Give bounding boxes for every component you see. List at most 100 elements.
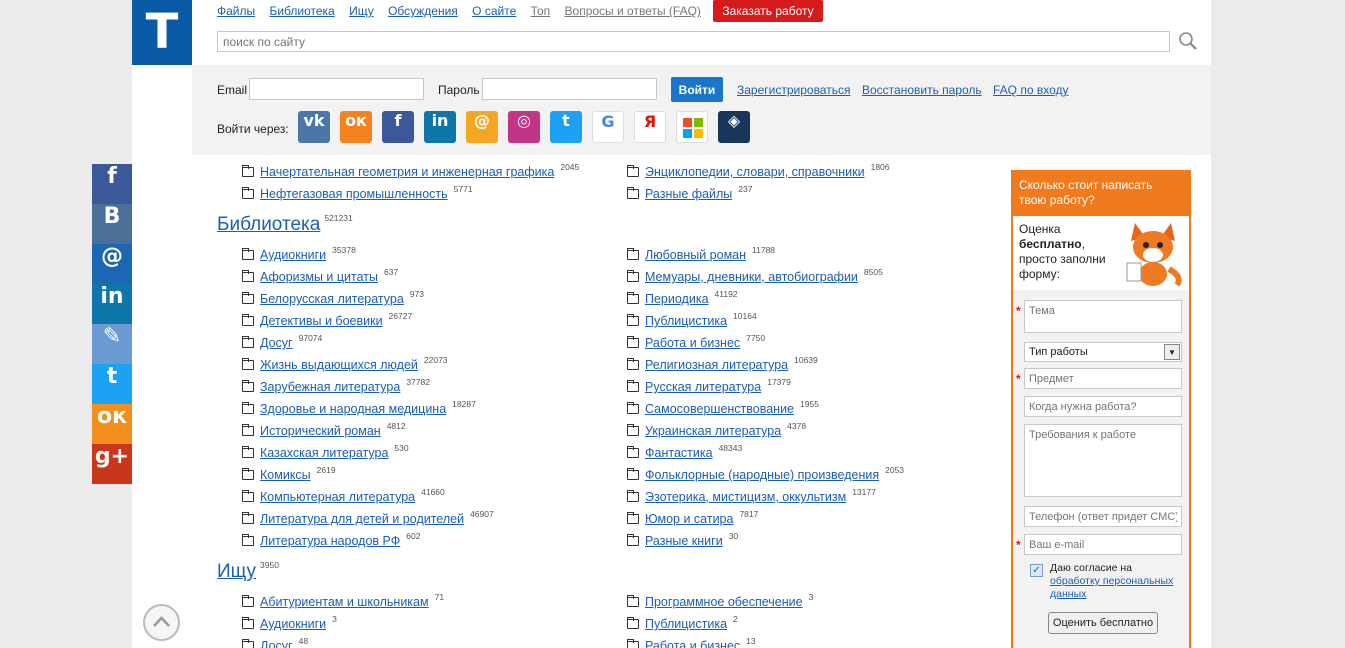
category-link[interactable]: Литература для детей и родителей <box>260 512 464 526</box>
search-icon[interactable] <box>1178 31 1198 51</box>
category-link[interactable]: Литература народов РФ <box>260 534 400 548</box>
item-count: 71 <box>434 592 445 602</box>
share-odnoklassniki-icon[interactable]: ок <box>92 404 132 444</box>
category-link[interactable]: Нефтегазовая промышленность <box>260 187 448 201</box>
nav-library[interactable]: Библиотека <box>269 3 334 19</box>
category-link[interactable]: Разные книги <box>645 534 723 548</box>
share-vk-icon[interactable]: B <box>92 204 132 244</box>
category-link[interactable]: Белорусская литература <box>260 292 404 306</box>
item-count: 2619 <box>316 465 336 475</box>
google-icon[interactable]: G <box>592 111 624 143</box>
other-glyph: ◈ <box>727 111 741 130</box>
nav-faq[interactable]: Вопросы и ответы (FAQ) <box>565 3 701 19</box>
category-link[interactable]: Аудиокниги <box>260 248 326 262</box>
folder-icon <box>242 380 254 392</box>
google-glyph: G <box>601 112 615 131</box>
share-linkedin-icon[interactable]: in <box>92 284 132 324</box>
category-link[interactable]: Досуг <box>260 639 293 648</box>
category-link[interactable]: Русская литература <box>645 380 761 394</box>
email-field-form[interactable] <box>1024 534 1182 555</box>
folder-icon <box>627 402 639 414</box>
category-link[interactable]: Комиксы <box>260 468 311 482</box>
category-link[interactable]: Публицистика <box>645 617 727 631</box>
category-link[interactable]: Публицистика <box>645 314 727 328</box>
twitter-icon[interactable]: t <box>550 111 582 143</box>
nav-top[interactable]: Топ <box>531 3 551 19</box>
category-link[interactable]: Работа и бизнес <box>645 639 740 648</box>
category-link[interactable]: Афоризмы и цитаты <box>260 270 378 284</box>
folder-icon <box>242 446 254 458</box>
category-link[interactable]: Фантастика <box>645 446 713 460</box>
category-link[interactable]: Жизнь выдающихся людей <box>260 358 418 372</box>
category-link[interactable]: Энциклопедии, словари, справочники <box>645 165 865 179</box>
nav-files[interactable]: Файлы <box>217 3 255 19</box>
category-link[interactable]: Самосовершенствование <box>645 402 794 416</box>
password-field[interactable] <box>482 78 657 100</box>
list-item: Юмор и сатира 7817 <box>627 509 758 526</box>
share-facebook-icon[interactable]: f <box>92 164 132 204</box>
facebook-icon[interactable]: f <box>382 111 414 143</box>
category-link[interactable]: Разные файлы <box>645 187 732 201</box>
instagram-icon[interactable]: ◎ <box>508 111 540 143</box>
mailru-icon[interactable]: @ <box>466 111 498 143</box>
category-link[interactable]: Начертательная геометрия и инженерная гр… <box>260 165 554 179</box>
list-item: Работа и бизнес 7750 <box>627 333 765 350</box>
subject-field[interactable] <box>1024 368 1182 389</box>
phone-field[interactable] <box>1024 506 1182 527</box>
login-faq-link[interactable]: FAQ по входу <box>993 83 1069 97</box>
category-link[interactable]: Компьютерная литература <box>260 490 415 504</box>
share-mailru-icon[interactable]: @ <box>92 244 132 284</box>
category-link[interactable]: Периодика <box>645 292 709 306</box>
odnoklassniki-icon[interactable]: ок <box>340 111 372 143</box>
category-link[interactable]: Аудиокниги <box>260 617 326 631</box>
category-link[interactable]: Украинская литература <box>645 424 781 438</box>
share-livejournal-icon[interactable]: ✎ <box>92 324 132 364</box>
category-link[interactable]: Здоровье и народная медицина <box>260 402 446 416</box>
category-link[interactable]: Мемуары, дневники, автобиографии <box>645 270 858 284</box>
order-work-button[interactable]: Заказать работу <box>713 0 823 22</box>
list-item: Исторический роман 4812 <box>242 421 406 438</box>
vk-icon[interactable]: vk <box>298 111 330 143</box>
deadline-field[interactable] <box>1024 396 1182 417</box>
share-googleplus-icon[interactable]: g+ <box>92 444 132 484</box>
category-link[interactable]: Религиозная литература <box>645 358 788 372</box>
category-link[interactable]: Казахская литература <box>260 446 388 460</box>
category-link[interactable]: Фольклорные (народные) произведения <box>645 468 879 482</box>
register-link[interactable]: Зарегистрироваться <box>737 83 850 97</box>
estimate-button[interactable]: Оценить бесплатно <box>1048 612 1158 634</box>
nav-discussions[interactable]: Обсуждения <box>388 3 458 19</box>
category-link[interactable]: Программное обеспечение <box>645 595 803 609</box>
section-title[interactable]: Библиотека <box>217 214 320 235</box>
item-count: 2 <box>733 614 738 624</box>
category-link[interactable]: Юмор и сатира <box>645 512 733 526</box>
other-icon[interactable]: ◈ <box>718 111 750 143</box>
nav-wanted[interactable]: Ищу <box>349 3 374 19</box>
work-type-select[interactable]: Тип работы ▼ <box>1024 342 1182 362</box>
yandex-icon[interactable]: Я <box>634 111 666 143</box>
category-link[interactable]: Работа и бизнес <box>645 336 740 350</box>
search-input[interactable] <box>217 31 1170 52</box>
category-link[interactable]: Детективы и боевики <box>260 314 383 328</box>
category-link[interactable]: Любовный роман <box>645 248 746 262</box>
login-button[interactable]: Войти <box>671 77 723 102</box>
category-link[interactable]: Исторический роман <box>260 424 381 438</box>
share-twitter-icon[interactable]: t <box>92 364 132 404</box>
scroll-top-button[interactable] <box>143 604 180 641</box>
category-link[interactable]: Зарубежная литература <box>260 380 400 394</box>
topic-field[interactable] <box>1024 300 1182 333</box>
consent-link[interactable]: обработку персональных данных <box>1050 575 1173 600</box>
restore-password-link[interactable]: Восстановить пароль <box>862 83 982 97</box>
category-link[interactable]: Эзотерика, мистицизм, оккультизм <box>645 490 846 504</box>
item-count: 973 <box>409 289 424 299</box>
section-title[interactable]: Ищу <box>217 561 256 582</box>
folder-icon <box>627 314 639 326</box>
consent-checkbox[interactable]: ✓ <box>1030 564 1043 577</box>
microsoft-icon[interactable] <box>676 111 708 143</box>
category-link[interactable]: Абитуриентам и школьникам <box>260 595 429 609</box>
email-field[interactable] <box>249 78 424 100</box>
site-logo[interactable]: T <box>132 0 192 65</box>
linkedin-icon[interactable]: in <box>424 111 456 143</box>
requirements-field[interactable] <box>1024 424 1182 497</box>
nav-about[interactable]: О сайте <box>472 3 516 19</box>
category-link[interactable]: Досуг <box>260 336 293 350</box>
